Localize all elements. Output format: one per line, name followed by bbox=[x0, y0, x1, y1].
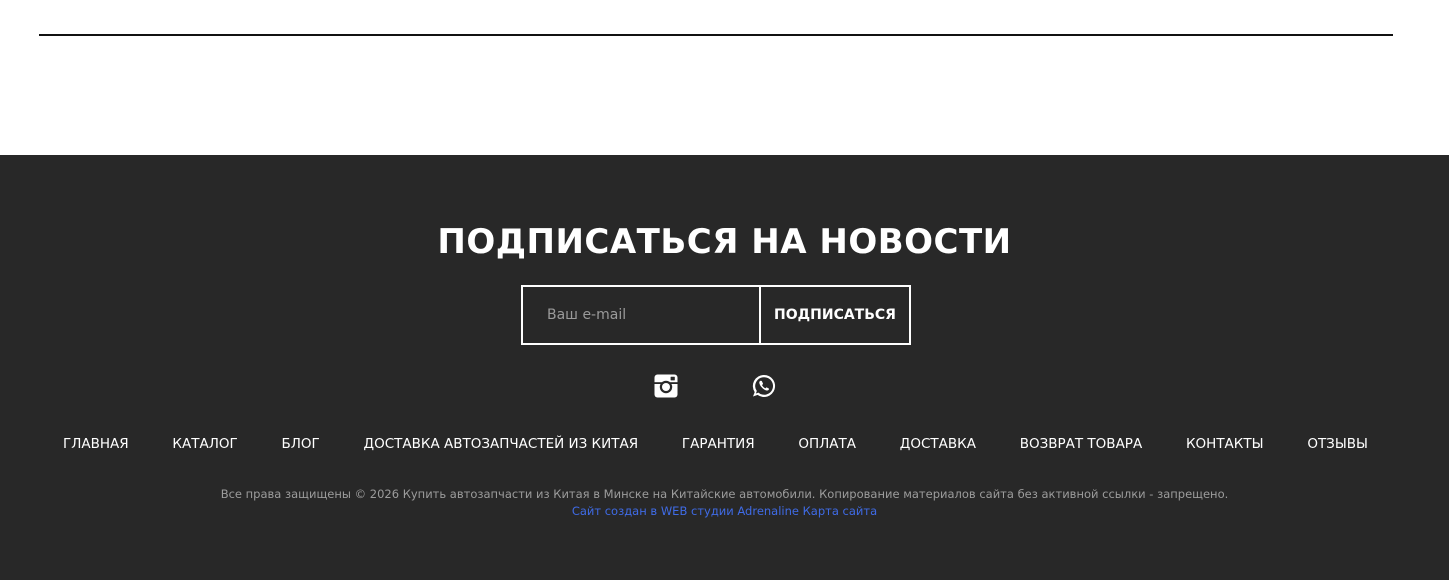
subscribe-form: ПОДПИСАТЬСЯ bbox=[521, 285, 911, 345]
social-links bbox=[0, 373, 1449, 401]
nav-item-warranty[interactable]: ГАРАНТИЯ bbox=[663, 436, 774, 452]
nav-item-blog[interactable]: БЛОГ bbox=[263, 436, 339, 452]
credits: Сайт создан в WEB студии Adrenaline Карт… bbox=[0, 503, 1449, 520]
nav-item-returns[interactable]: ВОЗВРАТ ТОВАРА bbox=[1001, 436, 1161, 452]
copyright-text: Все права защищены © 2026 Купить автозап… bbox=[220, 487, 1229, 501]
sitemap-link[interactable]: Карта сайта bbox=[803, 504, 878, 518]
whatsapp-link[interactable] bbox=[751, 373, 777, 399]
email-input[interactable] bbox=[523, 287, 761, 343]
section-divider bbox=[39, 34, 1393, 36]
nav-item-contacts[interactable]: КОНТАКТЫ bbox=[1167, 436, 1283, 452]
nav-item-payment[interactable]: ОПЛАТА bbox=[779, 436, 875, 452]
whatsapp-icon bbox=[752, 374, 776, 397]
subscribe-title: ПОДПИСАТЬСЯ НА НОВОСТИ bbox=[437, 222, 1012, 262]
nav-item-china-delivery[interactable]: ДОСТАВКА АВТОЗАПЧАСТЕЙ ИЗ КИТАЯ bbox=[345, 436, 658, 452]
nav-item-catalog[interactable]: КАТАЛОГ bbox=[153, 436, 256, 452]
nav-item-home[interactable]: ГЛАВНАЯ bbox=[44, 436, 148, 452]
studio-link[interactable]: Сайт создан в WEB студии Adrenaline bbox=[572, 504, 799, 518]
nav-item-delivery[interactable]: ДОСТАВКА bbox=[881, 436, 995, 452]
page-top-area bbox=[0, 0, 1449, 155]
footer-nav: ГЛАВНАЯ КАТАЛОГ БЛОГ ДОСТАВКА АВТОЗАПЧАС… bbox=[44, 433, 1387, 455]
instagram-link[interactable] bbox=[653, 373, 679, 399]
subscribe-button[interactable]: ПОДПИСАТЬСЯ bbox=[761, 287, 909, 343]
instagram-icon bbox=[654, 374, 678, 398]
site-footer: ПОДПИСАТЬСЯ НА НОВОСТИ ПОДПИСАТЬСЯ ГЛАВН… bbox=[0, 155, 1449, 580]
nav-item-reviews[interactable]: ОТЗЫВЫ bbox=[1288, 436, 1387, 452]
